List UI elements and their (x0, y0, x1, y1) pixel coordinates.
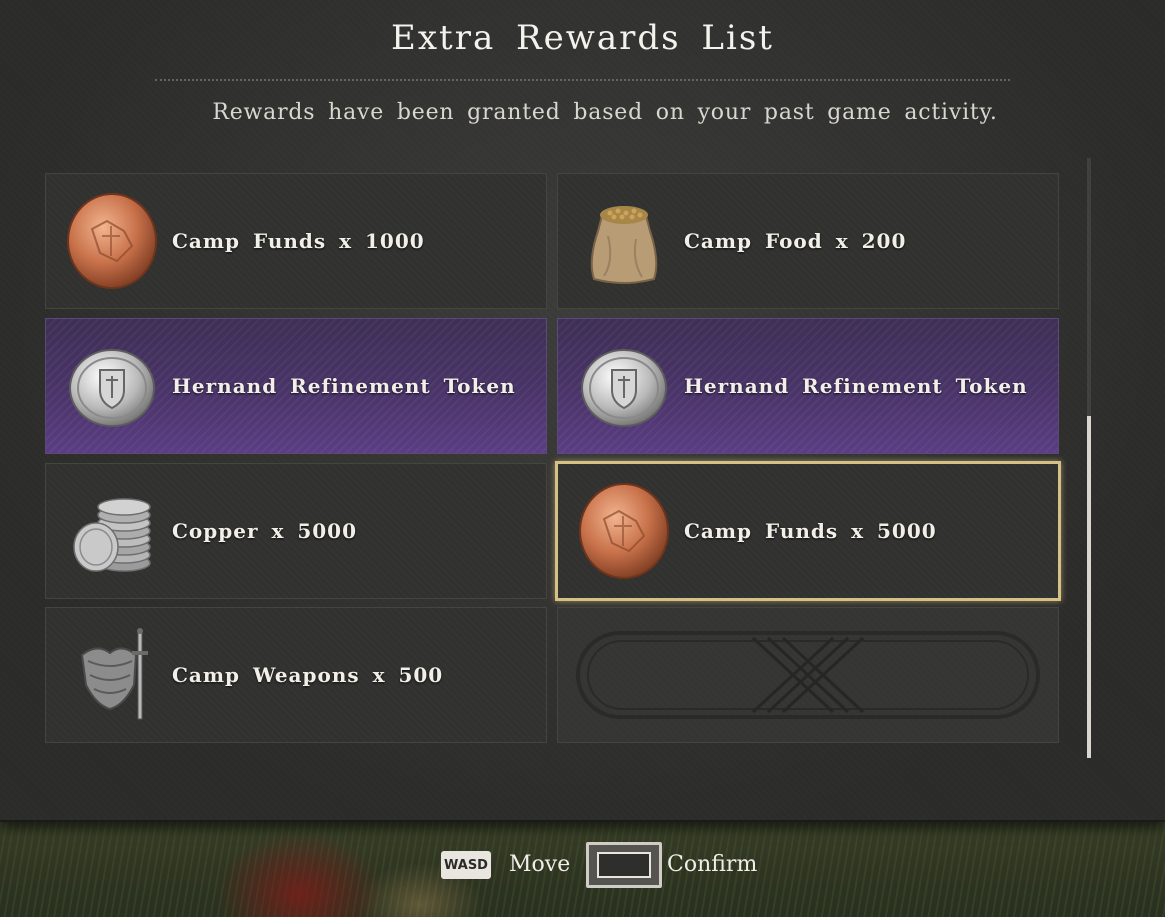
rewards-scrollbar[interactable] (1087, 158, 1091, 758)
reward-card-camp-funds-1000[interactable]: Camp Funds x 1000 (45, 173, 547, 309)
silver-crest-token-icon (69, 349, 155, 427)
reward-label: Copper x 5000 (172, 519, 358, 543)
coin-stack-icon (73, 498, 151, 572)
reward-label: Camp Weapons x 500 (172, 663, 444, 687)
reward-label: Camp Food x 200 (684, 229, 907, 253)
move-hint-label: Move (509, 852, 571, 877)
title-divider (155, 79, 1010, 81)
reward-label: Hernand Refinement Token (684, 374, 1028, 398)
reward-label: Camp Funds x 5000 (684, 519, 937, 543)
confirm-hint-label[interactable]: Confirm (667, 852, 757, 877)
wasd-key-icon: WASD (441, 851, 491, 879)
page-subtitle: Rewards have been granted based on your … (212, 100, 998, 125)
page-title: Extra Rewards List (391, 18, 774, 58)
scrollbar-thumb[interactable] (1087, 416, 1091, 758)
control-hints: WASD Move Confirm (0, 840, 1165, 890)
camp-funds-coin-icon (67, 193, 157, 289)
camp-funds-coin-icon (579, 483, 669, 579)
grain-sack-icon (590, 206, 658, 284)
reward-card-hernand-token-1[interactable]: Hernand Refinement Token (45, 318, 547, 454)
empty-reward-slot (557, 607, 1059, 743)
rewards-grid: Camp Funds x 1000 Camp Food x 200 Hernan… (45, 173, 1061, 745)
reward-card-copper-5000[interactable]: Copper x 5000 (45, 463, 547, 599)
reward-card-camp-funds-5000[interactable]: Camp Funds x 5000 (555, 461, 1061, 601)
slot-ornament-icon (576, 631, 1040, 719)
rewards-panel: Extra Rewards List Rewards have been gra… (0, 0, 1165, 822)
reward-card-camp-weapons-500[interactable]: Camp Weapons x 500 (45, 607, 547, 743)
spacebar-key-glyph (597, 852, 651, 878)
silver-crest-token-icon (581, 349, 667, 427)
reward-card-hernand-token-2[interactable]: Hernand Refinement Token (557, 318, 1059, 454)
reward-label: Hernand Refinement Token (172, 374, 516, 398)
reward-card-camp-food-200[interactable]: Camp Food x 200 (557, 173, 1059, 309)
spacebar-key-icon[interactable] (586, 842, 662, 888)
armor-and-sword-icon (80, 628, 148, 720)
reward-label: Camp Funds x 1000 (172, 229, 425, 253)
